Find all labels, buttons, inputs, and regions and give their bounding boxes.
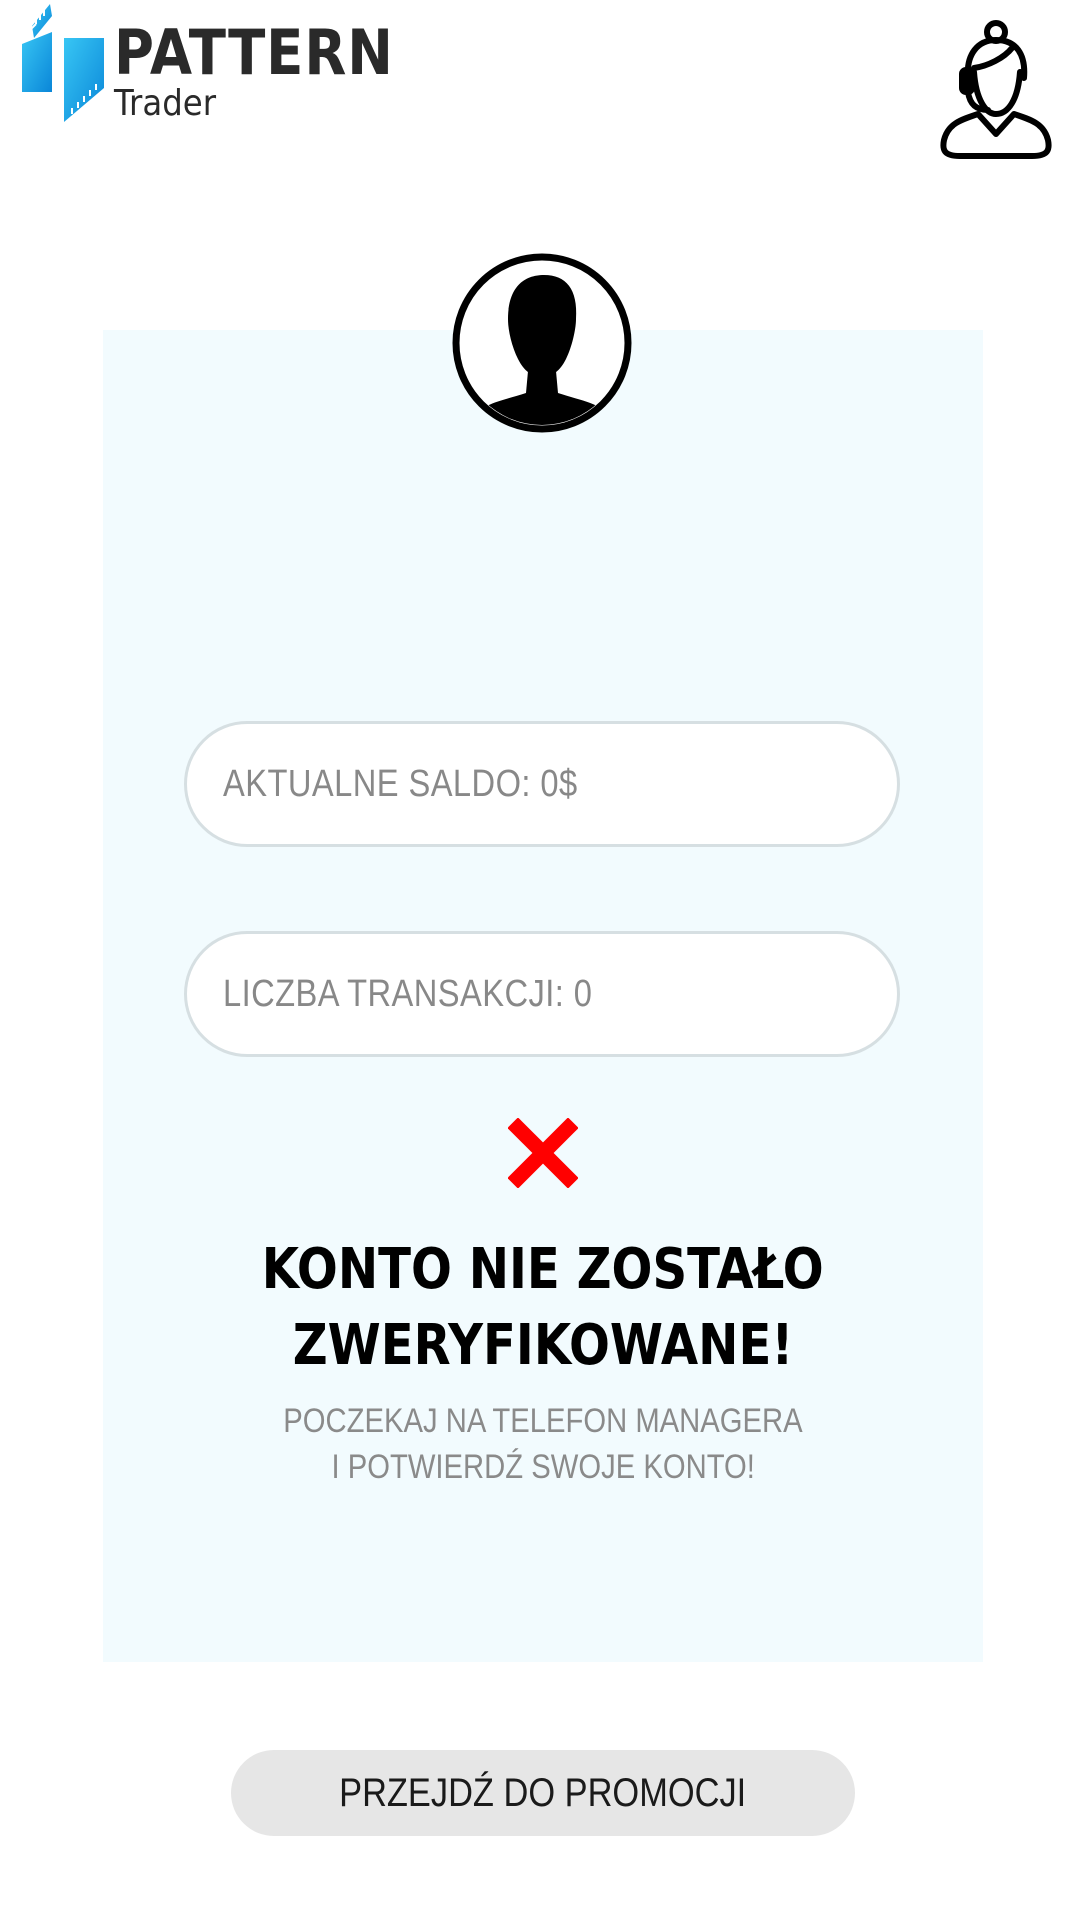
pattern-logo-mark-icon: [22, 4, 104, 122]
user-avatar-icon: [452, 253, 632, 433]
status-message-line-2: I POTWIERDŹ SWOJE KONTO!: [331, 1448, 755, 1486]
status-message-line-1: POCZEKAJ NA TELEFON MANAGERA: [283, 1402, 803, 1440]
transactions-field: LICZBA TRANSAKCJI: 0: [184, 931, 900, 1057]
brand-name: PATTERN: [114, 16, 394, 89]
balance-field: AKTUALNE SALDO: 0$: [184, 721, 900, 847]
status-title-line-1: KONTO NIE ZOSTAŁO: [262, 1237, 824, 1302]
verification-status-message: POCZEKAJ NA TELEFON MANAGERA I POTWIERDŹ…: [103, 1398, 983, 1490]
support-agent-icon[interactable]: [938, 16, 1052, 162]
status-title-line-2: ZWERYFIKOWANE!: [292, 1313, 794, 1378]
go-to-promotions-button[interactable]: PRZEJDŹ DO PROMOCJI: [231, 1750, 855, 1836]
brand-logo: PATTERN Trader: [22, 4, 393, 124]
verification-status-title: KONTO NIE ZOSTAŁO ZWERYFIKOWANE!: [103, 1232, 983, 1384]
brand-tagline: Trader: [114, 83, 217, 124]
close-icon: [508, 1118, 578, 1188]
balance-label: AKTUALNE SALDO: 0$: [223, 762, 578, 805]
transactions-label: LICZBA TRANSAKCJI: 0: [223, 972, 593, 1015]
promo-button-label: PRZEJDŹ DO PROMOCJI: [339, 1770, 747, 1815]
